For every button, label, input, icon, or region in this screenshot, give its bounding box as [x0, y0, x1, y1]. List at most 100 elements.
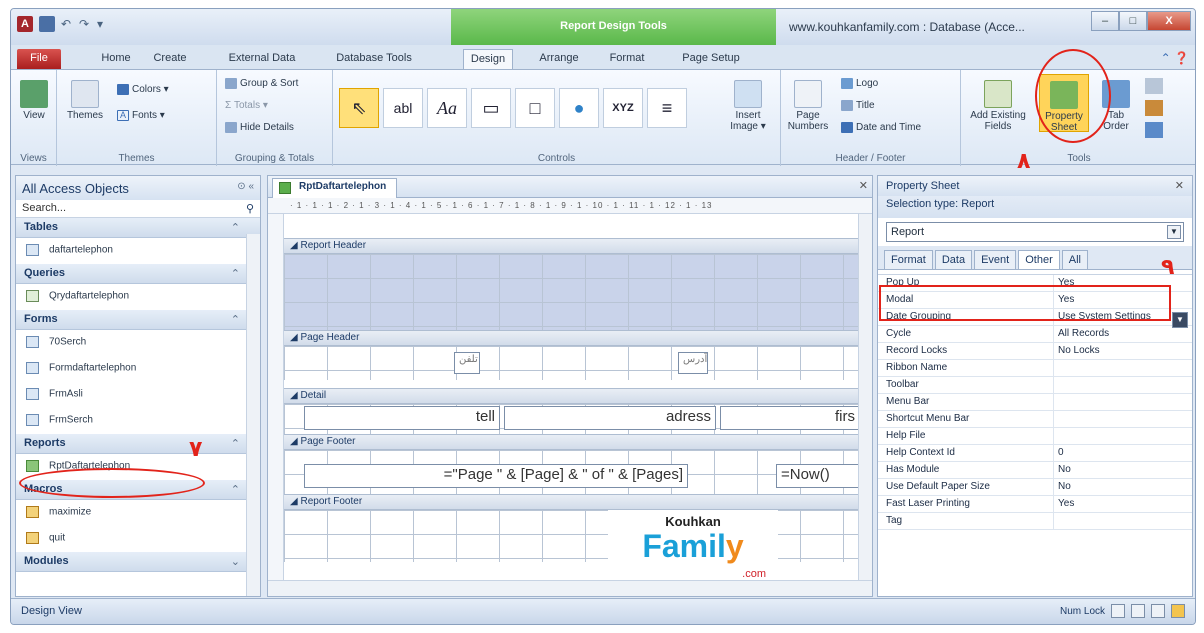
band-report-header[interactable]: ◢ Report Header	[284, 238, 858, 254]
collapse-icon[interactable]: ⌃	[231, 437, 240, 450]
nav-item-query[interactable]: Qrydaftartelephon	[16, 284, 260, 310]
list-control-icon[interactable]: ≡	[647, 88, 687, 128]
property-value[interactable]	[1054, 360, 1192, 376]
fonts-button[interactable]: A Fonts ▾	[117, 110, 165, 121]
tab-format[interactable]: Format	[884, 250, 933, 269]
maximize-button[interactable]: □	[1119, 11, 1147, 31]
tab-design[interactable]: Design	[463, 49, 513, 69]
add-existing-fields-button[interactable]: Add Existing Fields	[967, 80, 1029, 132]
date-time-button[interactable]: Date and Time	[841, 122, 921, 133]
undo-icon[interactable]: ↶	[61, 16, 73, 32]
property-value[interactable]	[1054, 411, 1192, 427]
tab-home[interactable]: Home	[91, 49, 141, 69]
view-button[interactable]: View	[17, 80, 51, 121]
property-row[interactable]: Shortcut Menu Bar	[878, 411, 1192, 428]
select-control-icon[interactable]: ⇖	[339, 88, 379, 128]
tab-page-setup[interactable]: Page Setup	[673, 49, 749, 69]
property-value[interactable]: All Records	[1054, 326, 1192, 342]
property-value[interactable]	[1054, 428, 1192, 444]
property-value[interactable]	[1054, 377, 1192, 393]
group-sort-button[interactable]: Group & Sort	[225, 78, 298, 89]
property-value[interactable]	[1054, 513, 1192, 529]
field-adress[interactable]: adress	[504, 406, 716, 430]
nav-section-tables[interactable]: Tables ⌃	[16, 218, 260, 238]
nav-section-reports[interactable]: Reports ⌃	[16, 434, 260, 454]
nav-section-queries[interactable]: Queries ⌃	[16, 264, 260, 284]
close-property-sheet-icon[interactable]: ✕	[1175, 179, 1184, 192]
nav-section-forms[interactable]: Forms ⌃	[16, 310, 260, 330]
nav-search-input[interactable]: Search... ⚲	[16, 200, 260, 218]
property-row[interactable]: Use Default Paper Size No	[878, 479, 1192, 496]
property-value[interactable]: No	[1054, 462, 1192, 478]
tab-database-tools[interactable]: Database Tools	[327, 49, 421, 69]
field-page-expression[interactable]: ="Page " & [Page] & " of " & [Pages]	[304, 464, 688, 488]
nav-item-form[interactable]: Formdaftartelephon	[16, 356, 260, 382]
nav-item-macro[interactable]: maximize	[16, 500, 260, 526]
design-view-icon[interactable]	[1171, 604, 1185, 618]
themes-button[interactable]: Themes	[63, 80, 107, 121]
nav-item-table[interactable]: daftartelephon	[16, 238, 260, 264]
close-document-icon[interactable]: ✕	[859, 179, 868, 192]
insert-image-button[interactable]: Insert Image ▾	[723, 80, 773, 132]
collapse-icon[interactable]: ⌃	[231, 483, 240, 496]
save-icon[interactable]	[39, 16, 55, 32]
field-now[interactable]: =Now()	[776, 464, 860, 488]
property-dropdown-icon[interactable]: ▼	[1172, 312, 1188, 328]
property-value[interactable]: No	[1054, 479, 1192, 495]
redo-icon[interactable]: ↷	[79, 16, 91, 32]
close-button[interactable]: X	[1147, 11, 1191, 31]
report-header-grid[interactable]	[284, 254, 858, 334]
nav-scrollbar[interactable]	[246, 234, 260, 596]
search-icon[interactable]: ⚲	[246, 202, 254, 215]
document-tab[interactable]: RptDaftartelephon	[272, 178, 398, 198]
object-selector[interactable]: Report ▼	[886, 222, 1184, 242]
property-row[interactable]: Help Context Id 0	[878, 445, 1192, 462]
property-value[interactable]: 0	[1054, 445, 1192, 461]
totals-button[interactable]: Σ Totals ▾	[225, 100, 268, 111]
layout-view-icon[interactable]	[1151, 604, 1165, 618]
band-detail[interactable]: ◢ Detail	[284, 388, 858, 404]
tab-file[interactable]: File	[17, 49, 61, 69]
tab-other[interactable]: Other	[1018, 250, 1060, 269]
property-value[interactable]: Yes	[1054, 496, 1192, 512]
access-app-icon[interactable]: A	[17, 16, 33, 32]
logo-button[interactable]: Logo	[841, 78, 878, 89]
property-row[interactable]: Ribbon Name	[878, 360, 1192, 377]
page-numbers-button[interactable]: Page Numbers	[785, 80, 831, 132]
page-header-grid[interactable]	[284, 346, 858, 380]
tab-control-icon[interactable]: □	[515, 88, 555, 128]
tab-data[interactable]: Data	[934, 250, 973, 269]
property-row[interactable]: Fast Laser Printing Yes	[878, 496, 1192, 513]
button-control-icon[interactable]: ▭	[471, 88, 511, 128]
customize-qat-icon[interactable]: ▾	[97, 16, 109, 32]
collapse-icon[interactable]: ⌃	[231, 313, 240, 326]
print-preview-icon[interactable]	[1131, 604, 1145, 618]
colors-button[interactable]: Colors ▾	[117, 84, 169, 95]
property-row[interactable]: Cycle All Records	[878, 326, 1192, 343]
hyperlink-control-icon[interactable]: ●	[559, 88, 599, 128]
band-page-header[interactable]: ◢ Page Header	[284, 330, 858, 346]
nav-header-buttons-icon[interactable]: ⊙ «	[237, 181, 254, 192]
nav-item-form[interactable]: FrmAsli	[16, 382, 260, 408]
property-row[interactable]: Tag	[878, 513, 1192, 530]
expand-icon[interactable]: ⌄	[231, 555, 240, 568]
help-icon[interactable]: ⌃ ❓	[1161, 51, 1189, 65]
property-value[interactable]	[1054, 394, 1192, 410]
textbox-control-icon[interactable]: abl	[383, 88, 423, 128]
nav-header[interactable]: All Access Objects ⊙ «	[16, 176, 260, 200]
nav-item-macro[interactable]: quit	[16, 526, 260, 552]
property-row[interactable]: Toolbar	[878, 377, 1192, 394]
nav-section-modules[interactable]: Modules ⌄	[16, 552, 260, 572]
tab-arrange[interactable]: Arrange	[531, 49, 587, 69]
tab-external-data[interactable]: External Data	[215, 49, 309, 69]
tab-all[interactable]: All	[1061, 250, 1088, 269]
nav-item-form[interactable]: 70Serch	[16, 330, 260, 356]
tab-create[interactable]: Create	[145, 49, 195, 69]
subreport-icon[interactable]	[1145, 122, 1163, 138]
band-page-footer[interactable]: ◢ Page Footer	[284, 434, 858, 450]
report-view-icon[interactable]	[1111, 604, 1125, 618]
design-horizontal-scrollbar[interactable]	[268, 580, 872, 596]
hide-details-button[interactable]: Hide Details	[225, 122, 294, 133]
nav-item-form[interactable]: FrmSerch	[16, 408, 260, 434]
collapse-icon[interactable]: ⌃	[231, 221, 240, 234]
